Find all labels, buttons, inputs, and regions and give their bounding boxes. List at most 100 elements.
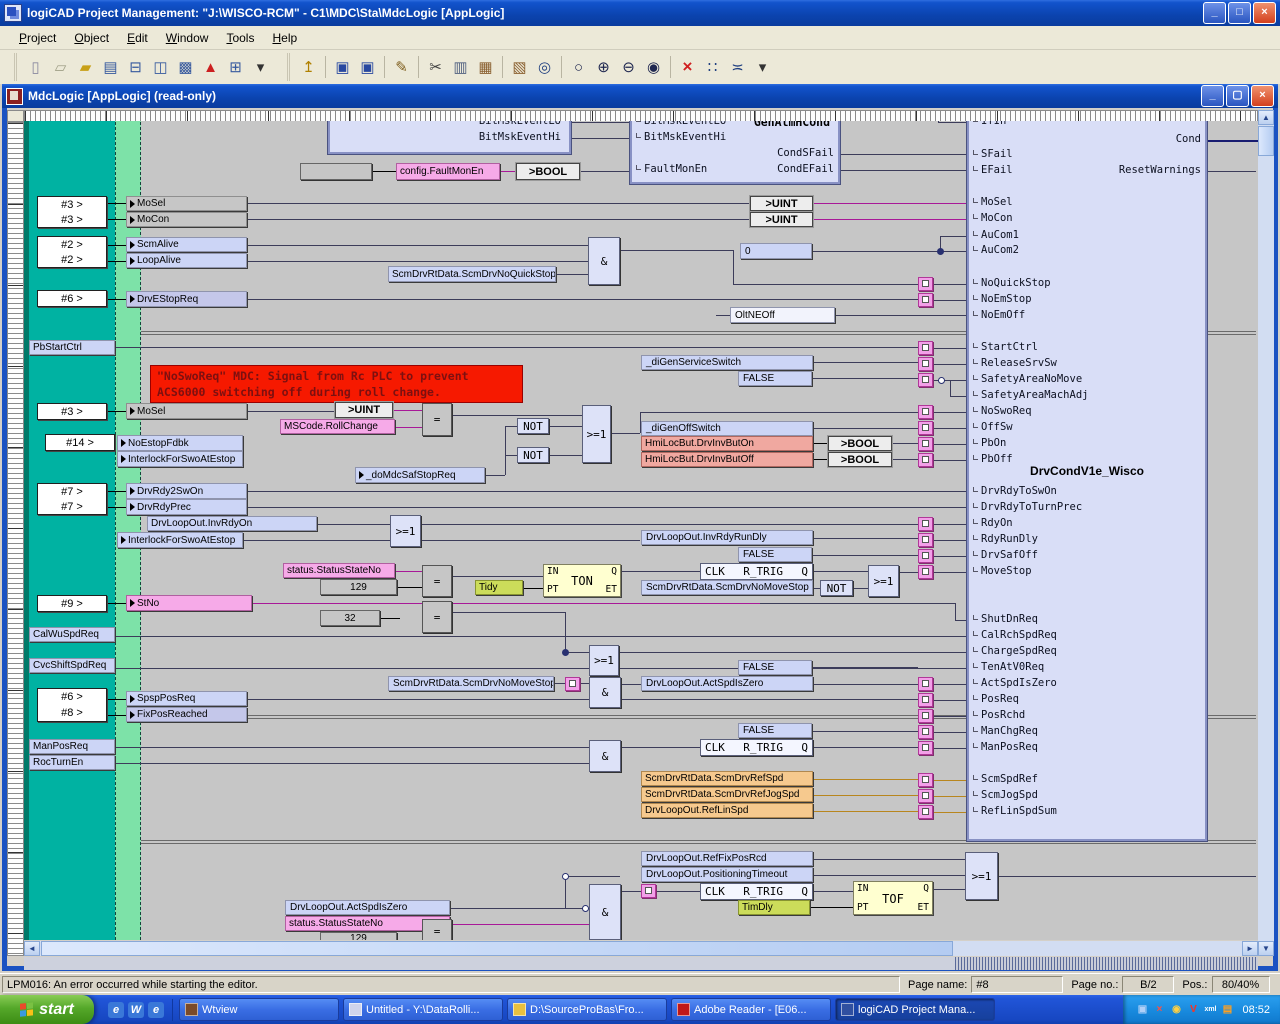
vertical-scroll-thumb[interactable] [1258, 126, 1274, 156]
var-tidy[interactable]: Tidy [475, 580, 523, 595]
timer-tof[interactable]: INQPTETTOF [853, 881, 933, 915]
tag-6[interactable]: #6 > [37, 290, 107, 307]
scroll-right-button[interactable]: ► [1242, 941, 1258, 956]
sig-calwuspdreq[interactable]: CalWuSpdReq [29, 627, 115, 642]
close-button[interactable]: × [1253, 2, 1276, 24]
tag-3b[interactable]: #3 > [37, 403, 107, 420]
app-titlebar[interactable]: logiCAD Project Management: "J:\WISCO-RC… [0, 0, 1280, 26]
var-statusstateno-1[interactable]: status.StatusStateNo [283, 563, 395, 578]
conv-bool-3[interactable]: >BOOL [828, 452, 892, 467]
conv-bool-1[interactable]: >BOOL [516, 163, 580, 180]
page-connector[interactable] [918, 293, 933, 307]
conv-uint-2[interactable]: >UINT [750, 212, 813, 227]
tag-3-3[interactable]: #3 >#3 > [37, 196, 107, 228]
var-invrdyrundly[interactable]: DrvLoopOut.InvRdyRunDly [641, 530, 813, 545]
gate-eq-1[interactable]: = [422, 403, 452, 436]
tile-vertical-icon[interactable]: ◫ [148, 55, 173, 79]
menu-window[interactable]: Window [157, 28, 218, 48]
tray-network-icon[interactable]: ▣ [1135, 1003, 1149, 1017]
zoom-in-icon[interactable]: ⊕ [591, 55, 616, 79]
sig-drvrdyprec[interactable]: DrvRdyPrec [126, 499, 247, 515]
out-domdcsafstopreq[interactable]: _doMdcSafStopReq [355, 467, 485, 483]
properties-icon[interactable]: ▤ [98, 55, 123, 79]
tag-9[interactable]: #9 > [37, 595, 107, 612]
page-connector[interactable] [918, 565, 933, 579]
task-untitled[interactable]: Untitled - Y:\DataRolli... [343, 998, 503, 1021]
var-actspdiszero-1[interactable]: DrvLoopOut.ActSpdIsZero [641, 676, 813, 691]
horizontal-scroll-thumb[interactable] [41, 941, 953, 956]
gate-and-4[interactable]: & [589, 884, 621, 940]
var-invrdyon[interactable]: DrvLoopOut.InvRdyOn [147, 516, 317, 531]
sig-interlockforswoatestop-1[interactable]: InterlockForSwoAtEstop [117, 451, 243, 467]
page-connector[interactable] [918, 421, 933, 435]
conv-uint-1[interactable]: >UINT [750, 196, 813, 211]
save-icon[interactable]: ▣ [330, 55, 355, 79]
tray-xml-icon[interactable]: xml [1203, 1003, 1217, 1017]
menu-tools[interactable]: Tools [217, 28, 263, 48]
page-connector[interactable] [918, 789, 933, 803]
rtrig-3[interactable]: CLKR_TRIGQ [700, 883, 813, 900]
gate-eq-2[interactable]: = [422, 565, 452, 597]
cascade-windows-icon[interactable]: ▩ [173, 55, 198, 79]
zoom-fit-icon[interactable]: ◉ [641, 55, 666, 79]
editor-minimize-button[interactable]: _ [1201, 85, 1224, 107]
const-false-3[interactable]: FALSE [738, 660, 812, 675]
sig-cvcshiftspdreq[interactable]: CvcShiftSpdReq [29, 658, 115, 673]
zoom-normal-icon[interactable]: ○ [566, 55, 591, 79]
gate-or-3[interactable]: >=1 [868, 565, 899, 597]
var-reflinspd[interactable]: DrvLoopOut.RefLinSpd [641, 803, 813, 818]
block-genalmhcond[interactable]: BitMskEventLoBitMskEventHiFaultMonEnCond… [630, 112, 840, 184]
menu-project[interactable]: Project [10, 28, 65, 48]
editor-close-button[interactable]: × [1251, 85, 1274, 107]
tile-horizontal-icon[interactable]: ⊟ [123, 55, 148, 79]
find-icon[interactable]: ◎ [532, 55, 557, 79]
sig-mocon[interactable]: MoCon [126, 212, 247, 227]
zoom-out-icon[interactable]: ⊖ [616, 55, 641, 79]
sig-interlockforswoatestop-2[interactable]: InterlockForSwoAtEstop [117, 532, 243, 548]
editor-restore-button[interactable]: ▢ [1226, 85, 1249, 107]
start-button[interactable]: start [0, 995, 94, 1024]
gate-and-2[interactable]: & [589, 677, 621, 708]
sig-stno[interactable]: StNo [126, 595, 252, 611]
scroll-left-button[interactable]: ◄ [24, 941, 40, 956]
gate-and-3[interactable]: & [589, 740, 621, 772]
task-logicad[interactable]: logiCAD Project Mana... [835, 998, 995, 1021]
sig-spspposreq[interactable]: SpspPosReq [126, 691, 247, 706]
page-connector[interactable] [918, 517, 933, 531]
cut-icon[interactable]: ✂ [423, 55, 448, 79]
minimize-button[interactable]: _ [1203, 2, 1226, 24]
gate-not-1[interactable]: NOT [517, 418, 549, 434]
page-connector[interactable] [918, 437, 933, 451]
sig-scmalive[interactable]: ScmAlive [126, 237, 247, 252]
comment-nosworeq[interactable]: "NoSwoReq" MDC: Signal from Rc PLC to pr… [150, 365, 523, 403]
editor-titlebar[interactable]: MdcLogic [AppLogic] (read-only) _ ▢ × [2, 84, 1278, 108]
page-connector[interactable] [918, 773, 933, 787]
var-actspdiszero-2[interactable]: DrvLoopOut.ActSpdIsZero [285, 900, 450, 915]
gate-or-5[interactable]: >=1 [965, 852, 998, 900]
tag-6-8[interactable]: #6 >#8 > [37, 688, 107, 722]
quick-launch-media-icon[interactable]: W [128, 1002, 144, 1018]
gate-and-1[interactable]: & [588, 237, 620, 285]
page-connector[interactable] [918, 373, 933, 387]
var-oltneoff[interactable]: OltNEOff [730, 307, 835, 323]
task-d:\sourceprobas\fro...[interactable]: D:\SourceProBas\Fro... [507, 998, 667, 1021]
var-positioningtimeout[interactable]: DrvLoopOut.PositioningTimeout [641, 867, 813, 882]
menu-help[interactable]: Help [263, 28, 306, 48]
page-connector[interactable] [918, 453, 933, 467]
dropdown-icon[interactable]: ▾ [248, 55, 273, 79]
tray-display-icon[interactable]: ▤ [1220, 1003, 1234, 1017]
tag-7-7[interactable]: #7 >#7 > [37, 483, 107, 515]
new-window-icon[interactable]: ⊞ [223, 55, 248, 79]
open-folder-icon[interactable]: ▰ [73, 55, 98, 79]
const-129-1[interactable]: 129 [320, 579, 397, 595]
page-connector[interactable] [918, 549, 933, 563]
new-document-icon[interactable]: ▯ [23, 55, 48, 79]
delete-icon[interactable]: × [675, 55, 700, 79]
sig-mosel-2[interactable]: MoSel [126, 403, 247, 419]
grid-icon[interactable]: ∷ [700, 55, 725, 79]
connections-icon[interactable]: ≍ [725, 55, 750, 79]
scroll-down-button[interactable]: ▼ [1258, 941, 1274, 956]
var-scmdrvnoquickstop[interactable]: ScmDrvRtData.ScmDrvNoQuickStop [388, 266, 556, 282]
gate-or-2[interactable]: >=1 [390, 515, 421, 547]
rtrig-2[interactable]: CLKR_TRIGQ [700, 739, 813, 756]
